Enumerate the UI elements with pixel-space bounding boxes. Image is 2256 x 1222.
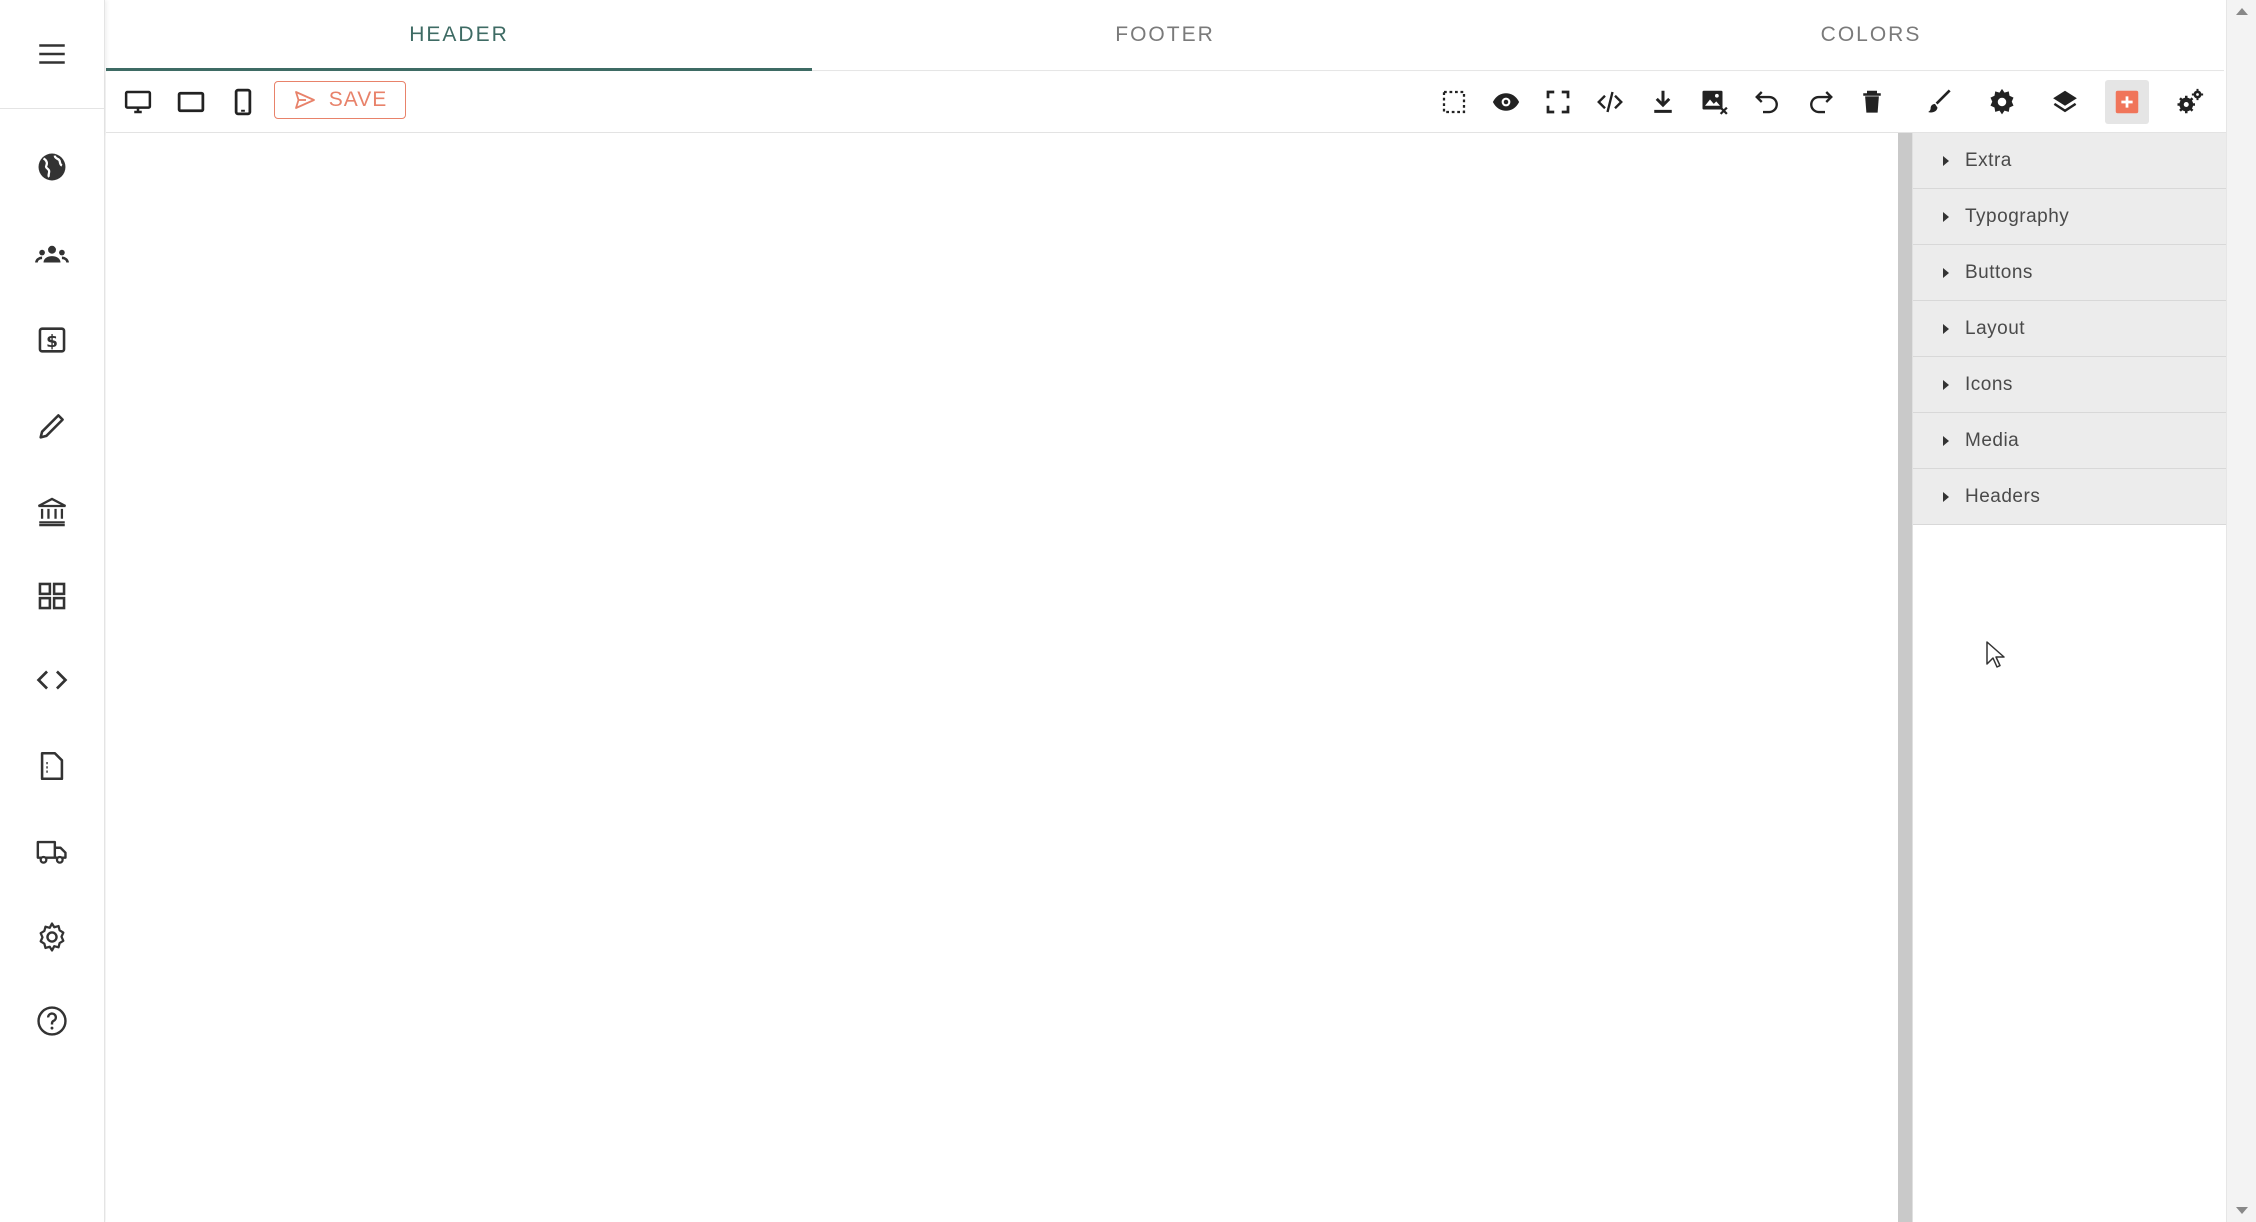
block-category-icons[interactable]: Icons [1913,357,2229,413]
sidebar-item-users[interactable] [0,218,104,290]
view-code-button[interactable] [1588,80,1632,124]
caret-right-icon [1943,435,1949,446]
globe-icon [38,153,66,181]
device-mobile-button[interactable] [221,80,265,124]
sidebar-item-shipping[interactable] [0,816,104,888]
image-remove-icon [1702,90,1728,115]
window-scrollbar[interactable] [2226,0,2256,1222]
redo-icon [1810,91,1833,114]
svg-text:$: $ [46,332,58,352]
editor-toolbar: SAVE [106,72,2230,133]
style-manager-button[interactable] [1918,80,1962,124]
code-tags-icon [1597,91,1623,113]
show-borders-button[interactable] [1432,80,1476,124]
editor-canvas[interactable] [106,133,1898,1222]
blocks-panel: Extra Typography Buttons Layout Icons Me… [1912,133,2229,1222]
sidebar-item-edit[interactable] [0,390,104,462]
save-label: SAVE [328,88,388,111]
caret-right-icon [1943,323,1949,334]
fullscreen-button[interactable] [1536,80,1580,124]
block-category-label: Media [1965,429,2020,451]
clear-images-button[interactable] [1693,80,1737,124]
download-icon [1654,90,1672,113]
gear-icon [39,922,65,952]
mouse-pointer-icon [1986,641,2005,668]
eye-icon [1492,93,1520,111]
device-tablet-button[interactable] [169,80,213,124]
select-outline-icon [1442,90,1466,114]
tab-footer[interactable]: FOOTER [812,0,1518,70]
preview-button[interactable] [1484,80,1528,124]
caret-right-icon [1943,379,1949,390]
block-category-extra[interactable]: Extra [1913,133,2229,189]
bank-icon [38,497,66,527]
block-category-label: Icons [1965,373,2013,395]
sidebar-item-billing[interactable]: $ [0,304,104,376]
file-document-icon [40,751,64,781]
block-category-label: Typography [1965,205,2070,227]
pencil-icon [39,414,64,439]
block-category-label: Extra [1965,149,2012,171]
block-category-layout[interactable]: Layout [1913,301,2229,357]
dollar-box-icon: $ [38,327,66,353]
sidebar-item-code[interactable] [0,644,104,716]
settings-icon [1990,88,2014,115]
layer-manager-button[interactable] [2043,80,2087,124]
sidebar-item-settings[interactable] [0,901,104,973]
caret-right-icon [1943,491,1949,502]
scroll-down-arrow-icon[interactable] [2236,1207,2248,1214]
truck-icon [36,840,67,864]
open-blocks-button[interactable] [2105,80,2149,124]
save-button[interactable]: SAVE [274,81,406,119]
block-category-label: Layout [1965,317,2026,339]
export-button[interactable] [1641,80,1685,124]
mobile-icon [234,88,252,116]
fullscreen-icon [1546,90,1570,114]
caret-right-icon [1943,155,1949,166]
settings-cogs-button[interactable] [2168,80,2212,124]
hamburger-menu-icon [39,44,65,64]
tab-colors[interactable]: COLORS [1518,0,2224,70]
hamburger-menu-button[interactable] [0,0,104,109]
left-sidebar: $ [0,0,105,1222]
dashboard-grid-icon [38,582,66,610]
block-category-media[interactable]: Media [1913,413,2229,469]
tab-header[interactable]: HEADER [106,0,812,71]
settings-cogs-icon [2177,88,2204,114]
device-desktop-button[interactable] [116,80,160,124]
help-circle-icon [37,1006,67,1036]
canvas-scrollbar[interactable] [1898,133,1912,1222]
tablet-icon [177,91,205,113]
block-category-label: Buttons [1965,261,2033,283]
code-icon [36,670,68,690]
block-category-buttons[interactable]: Buttons [1913,245,2229,301]
desktop-icon [124,90,152,114]
editor-tabs: HEADER FOOTER COLORS [106,0,2224,71]
caret-right-icon [1943,211,1949,222]
sidebar-item-help[interactable] [0,985,104,1057]
send-icon [294,91,315,109]
block-category-typography[interactable]: Typography [1913,189,2229,245]
trash-icon [1863,90,1881,113]
sidebar-item-globe[interactable] [0,131,104,203]
block-category-headers[interactable]: Headers [1913,469,2229,525]
trait-manager-button[interactable] [1980,80,2024,124]
users-icon [35,245,69,263]
scroll-up-arrow-icon[interactable] [2236,8,2248,15]
layers-icon [2053,90,2077,113]
undo-icon [1755,91,1778,114]
sidebar-item-bank[interactable] [0,475,104,547]
sidebar-item-dashboard[interactable] [0,560,104,632]
block-category-label: Headers [1965,485,2041,507]
caret-right-icon [1943,267,1949,278]
redo-button[interactable] [1798,80,1842,124]
add-block-icon [2115,90,2139,114]
undo-button[interactable] [1746,80,1790,124]
clear-canvas-button[interactable] [1850,80,1894,124]
brush-icon [1928,89,1951,113]
sidebar-item-documents[interactable] [0,730,104,802]
